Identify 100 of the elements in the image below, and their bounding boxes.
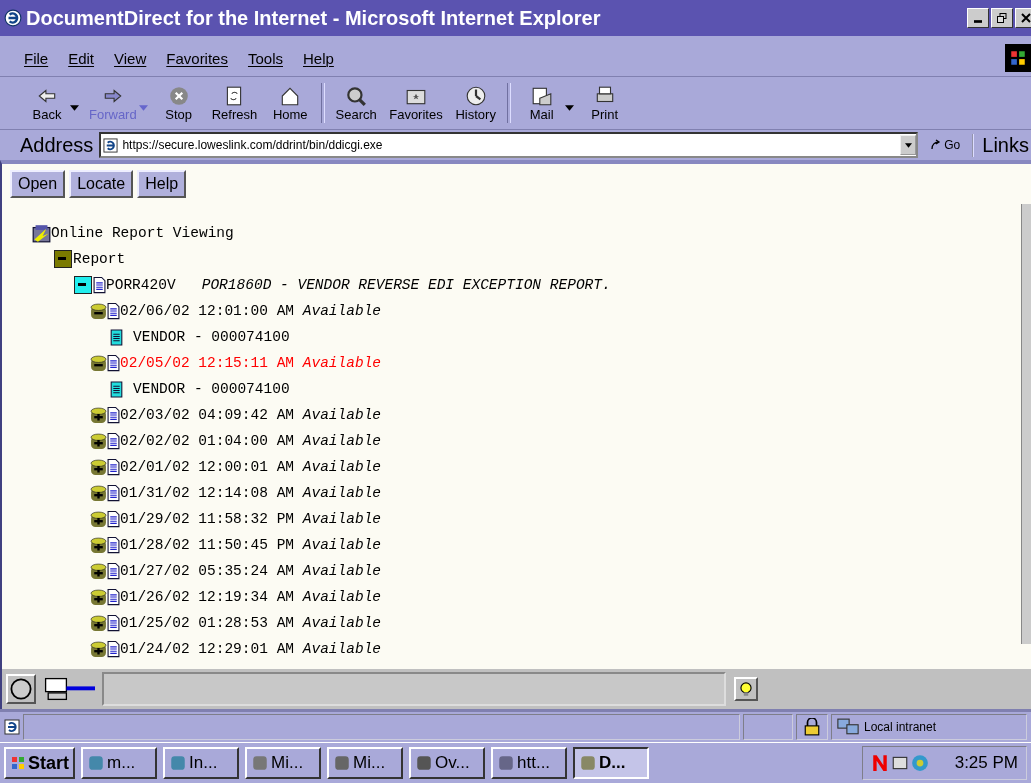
toolbar-button[interactable]: Back — [20, 84, 74, 122]
app-icon — [497, 754, 515, 772]
page-icon — [103, 137, 119, 153]
database-toggle-icon[interactable] — [90, 302, 107, 320]
lightbulb-icon — [737, 680, 755, 698]
tree-item[interactable]: VENDOR - 000074100 — [133, 381, 290, 397]
restore-button[interactable] — [991, 8, 1013, 28]
app-icon — [333, 754, 351, 772]
database-toggle-icon[interactable] — [90, 562, 107, 580]
document-icon — [107, 354, 120, 372]
report-name[interactable]: PORR420V — [106, 277, 176, 293]
database-toggle-icon[interactable] — [90, 458, 107, 476]
menu-item[interactable]: File — [14, 49, 59, 67]
dropdown-arrow-icon[interactable] — [564, 105, 574, 111]
document-icon — [107, 302, 120, 320]
zone-label: Local intranet — [864, 720, 937, 734]
page-button[interactable]: Locate — [69, 170, 134, 198]
windows-logo — [10, 755, 26, 771]
document-icon — [107, 614, 120, 632]
report-entry[interactable]: 02/01/02 12:00:01 AM Available — [120, 459, 382, 475]
database-toggle-icon[interactable] — [90, 432, 107, 450]
menu-item[interactable]: View — [104, 49, 157, 67]
toolbar-button[interactable]: Stop — [151, 84, 206, 122]
stop-button[interactable] — [6, 674, 36, 704]
toolbar-icon — [345, 84, 368, 107]
database-toggle-icon[interactable] — [90, 640, 107, 658]
database-toggle-icon[interactable] — [90, 484, 107, 502]
page-icon — [4, 719, 20, 735]
minimize-button[interactable] — [967, 8, 989, 28]
document-icon — [110, 380, 123, 398]
tree-item[interactable]: VENDOR - 000074100 — [133, 329, 290, 345]
close-icon — [1021, 13, 1031, 23]
page-button[interactable]: Open — [10, 170, 66, 198]
scrollbar[interactable] — [1021, 204, 1031, 644]
menu-item[interactable]: Help — [293, 49, 344, 67]
toolbar-button[interactable]: History — [448, 84, 503, 122]
dropdown-arrow-icon — [904, 142, 912, 148]
status-pane — [743, 714, 793, 740]
toolbar-button[interactable]: Search — [329, 84, 384, 122]
toolbar-button[interactable]: Home — [263, 84, 318, 122]
database-toggle-icon[interactable] — [90, 588, 107, 606]
hint-button[interactable] — [734, 677, 758, 701]
report-entry[interactable]: 01/31/02 12:14:08 AM Available — [120, 485, 382, 501]
app-icon — [87, 754, 105, 772]
report-entry[interactable]: 01/28/02 11:50:45 PM Available — [120, 537, 382, 553]
report-viewer-icon — [32, 223, 51, 243]
document-icon — [93, 276, 106, 294]
report-entry[interactable]: 01/29/02 11:58:32 PM Available — [120, 511, 382, 527]
circle-icon — [9, 677, 33, 701]
taskbar-button[interactable]: htt... — [491, 747, 567, 779]
database-toggle-icon[interactable] — [90, 536, 107, 554]
report-entry[interactable]: 01/27/02 05:35:24 AM Available — [120, 563, 382, 579]
report-description: POR1860D - VENDOR REVERSE EDI EXCEPTION REPORT. — [201, 277, 611, 293]
toolbar-button[interactable]: Favorites — [383, 84, 449, 122]
report-entry[interactable]: 02/02/02 01:04:00 AM Available — [120, 433, 382, 449]
report-entry[interactable]: 02/06/02 12:01:00 AM Available — [120, 303, 382, 319]
toolbar-button[interactable]: Mail — [514, 84, 569, 122]
document-icon — [107, 510, 120, 528]
network-icon — [836, 718, 860, 736]
start-button[interactable]: Start — [4, 747, 75, 779]
toolbar-button[interactable]: Refresh — [205, 84, 264, 122]
clock: 3:25 PM — [954, 753, 1018, 773]
toolbar-button[interactable]: Print — [577, 84, 632, 122]
menu-item[interactable]: Tools — [237, 49, 293, 67]
taskbar-button[interactable]: m... — [81, 747, 157, 779]
close-button[interactable] — [1015, 8, 1031, 28]
windows-logo — [1005, 44, 1031, 72]
report-entry[interactable]: 02/03/02 04:09:42 AM Available — [120, 407, 382, 423]
links-button[interactable]: Links — [972, 133, 1029, 157]
database-toggle-icon[interactable] — [90, 354, 107, 372]
database-toggle-icon[interactable] — [90, 510, 107, 528]
database-toggle-icon[interactable] — [90, 406, 107, 424]
app-icon — [415, 754, 433, 772]
tray-icon[interactable] — [890, 754, 909, 772]
tree-item[interactable]: Report — [73, 251, 126, 267]
menu-item[interactable]: Favorites — [156, 49, 238, 67]
app-icon — [169, 754, 187, 772]
address-field[interactable]: https://secure.loweslink.com/ddrint/bin/ddicgi.exe — [99, 132, 919, 158]
address-label: Address — [20, 133, 94, 157]
taskbar-button[interactable]: Ov... — [409, 747, 485, 779]
lock-icon — [804, 718, 820, 736]
report-entry[interactable]: 02/05/02 12:15:11 AM Available — [120, 355, 382, 371]
collapse-toggle[interactable] — [54, 250, 72, 268]
taskbar-button[interactable]: Mi... — [327, 747, 403, 779]
dropdown-button[interactable] — [900, 135, 917, 155]
taskbar-button[interactable]: Mi... — [245, 747, 321, 779]
collapse-toggle[interactable] — [74, 276, 92, 294]
report-entry[interactable]: 01/24/02 12:29:01 AM Available — [120, 641, 382, 657]
report-entry[interactable]: 01/25/02 01:28:53 AM Available — [120, 615, 382, 631]
go-button[interactable]: Go — [924, 138, 967, 152]
app-icon — [251, 754, 269, 772]
tree-item[interactable]: Online Report Viewing — [51, 225, 234, 241]
taskbar-button[interactable]: In... — [163, 747, 239, 779]
database-toggle-icon[interactable] — [90, 614, 107, 632]
document-icon — [107, 640, 120, 658]
menu-item[interactable]: Edit — [58, 49, 105, 67]
dropdown-arrow-icon[interactable] — [70, 105, 79, 111]
report-entry[interactable]: 01/26/02 12:19:34 AM Available — [120, 589, 382, 605]
taskbar-button[interactable]: D... — [573, 747, 649, 779]
page-button[interactable]: Help — [137, 170, 187, 198]
